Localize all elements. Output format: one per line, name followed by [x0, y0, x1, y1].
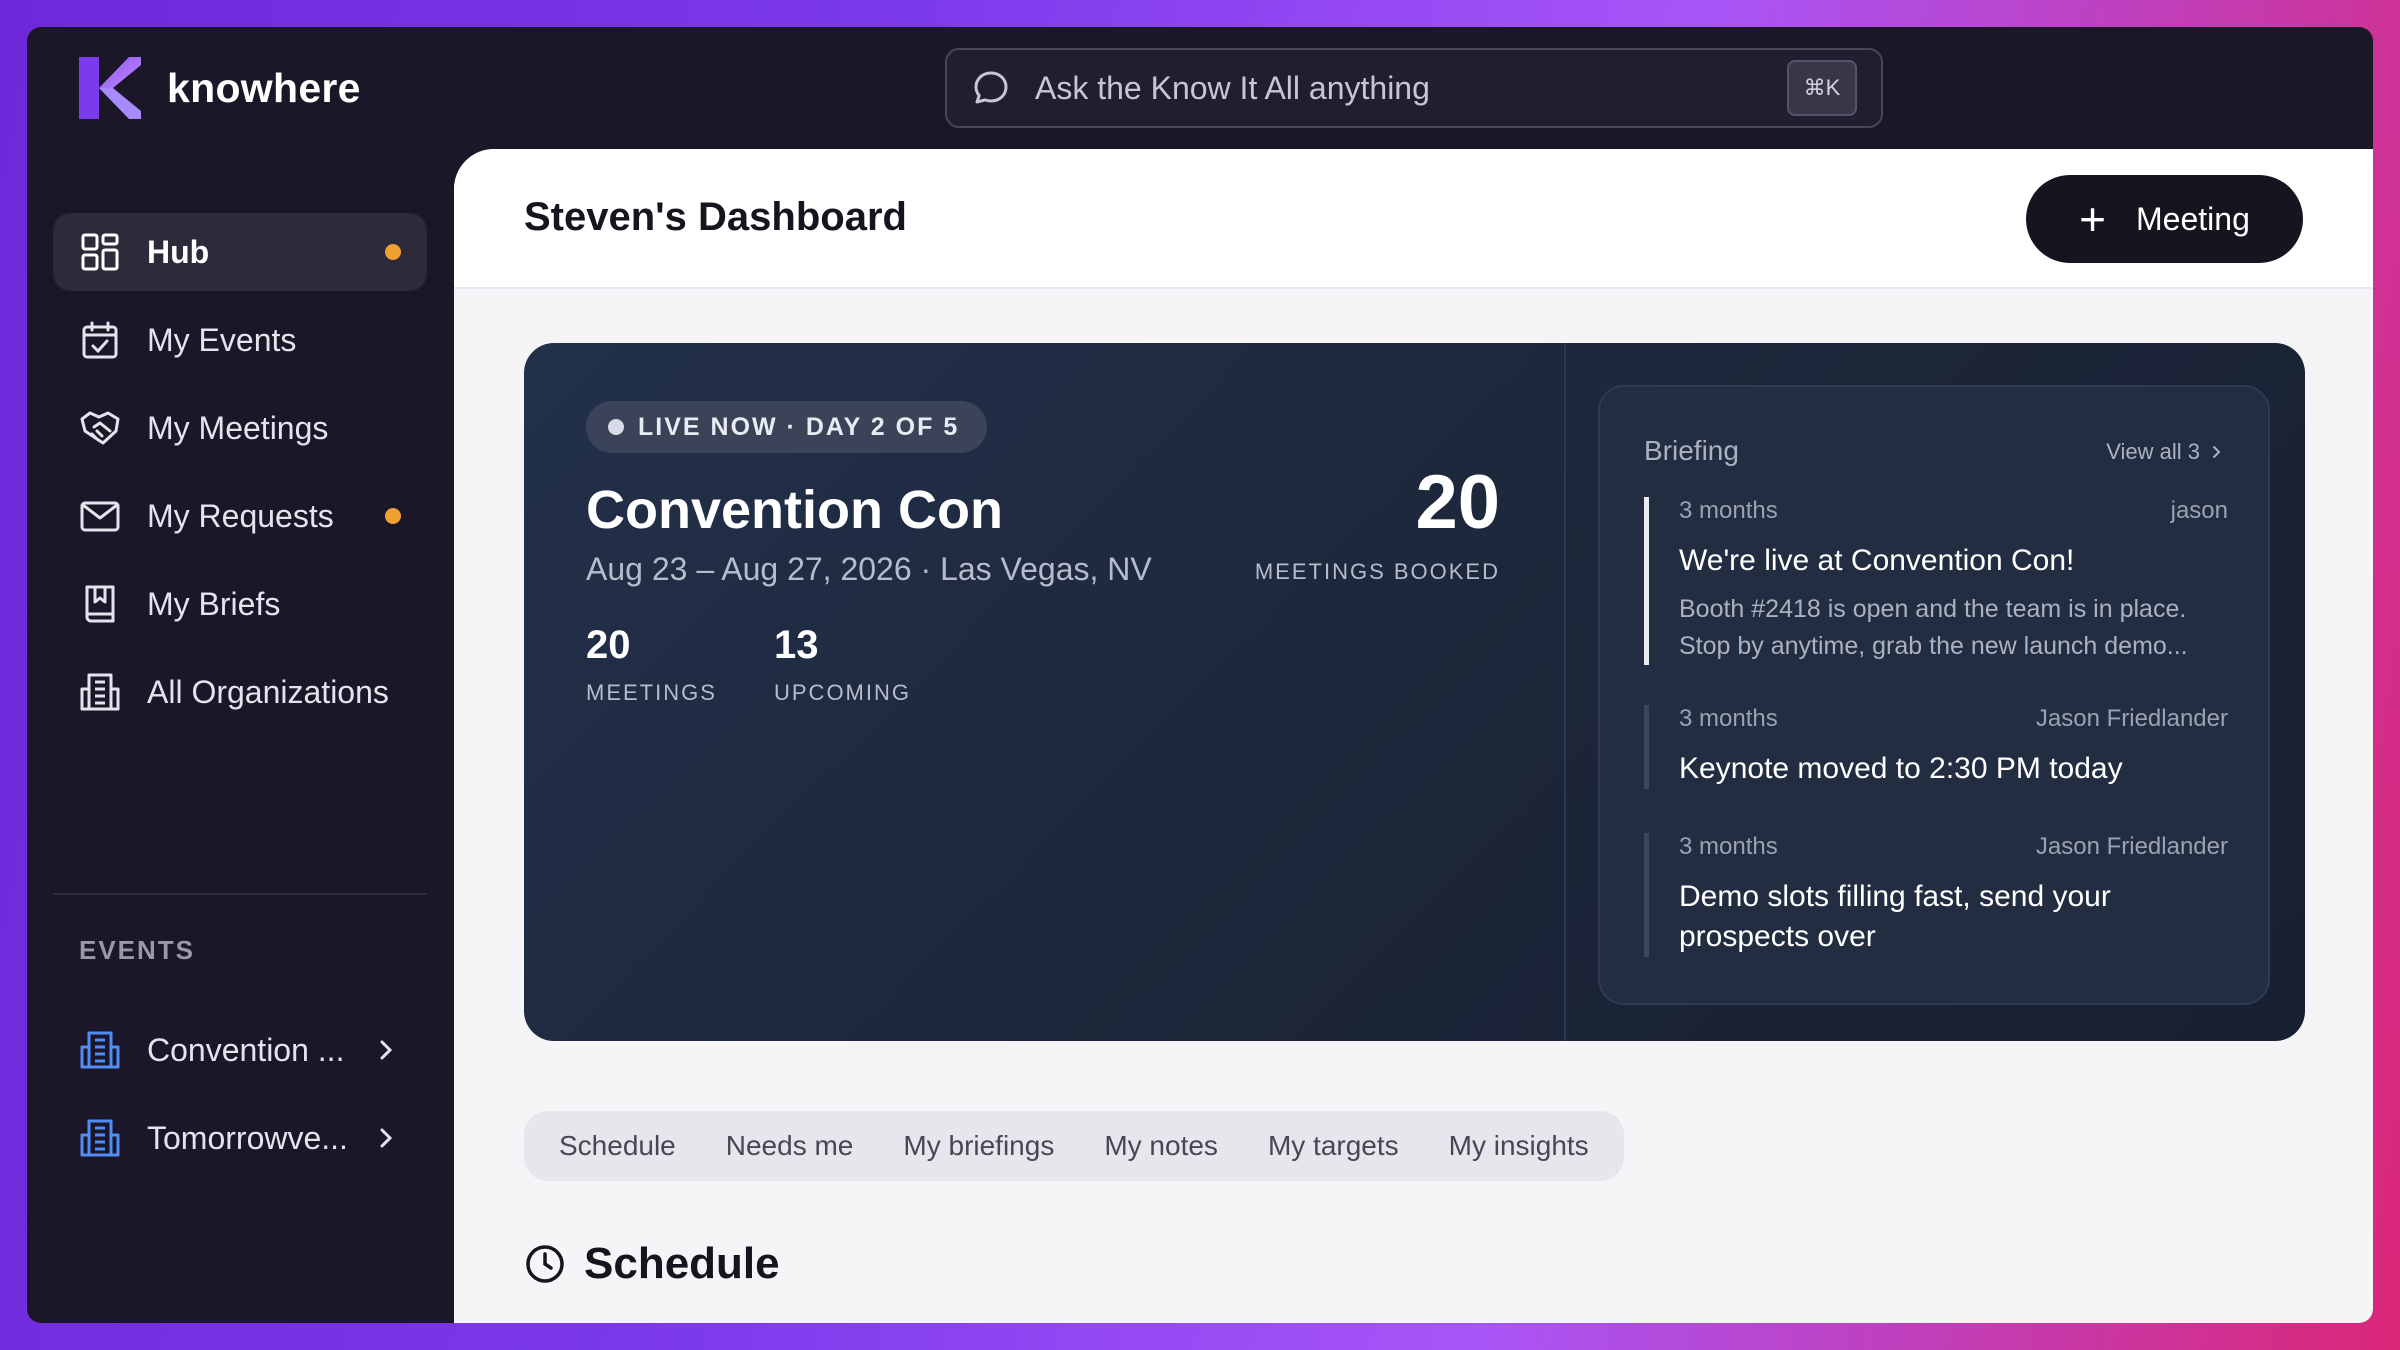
stat-label: UPCOMING — [774, 680, 911, 705]
sidebar-item-label: My Meetings — [147, 409, 329, 446]
sidebar-item-my-meetings[interactable]: My Meetings — [53, 389, 427, 467]
sidebar-item-label: My Requests — [147, 497, 334, 534]
briefing-item[interactable]: 3 months Jason Friedlander Demo slots fi… — [1644, 833, 2228, 957]
sidebar-item-label: My Events — [147, 321, 297, 358]
live-status-badge: LIVE NOW · DAY 2 OF 5 — [586, 401, 988, 453]
app-window: knowhere Ask the Know It All anything ⌘K… — [27, 27, 2373, 1323]
tab-my-targets[interactable]: My targets — [1243, 1111, 1424, 1181]
dashboard-tabs: Schedule Needs me My briefings My notes … — [524, 1111, 1624, 1181]
plus-icon: + — [2079, 193, 2107, 245]
sidebar: Hub My Events My Meetings My Requests My… — [27, 147, 454, 1323]
building-icon — [80, 673, 120, 711]
briefing-headline: We're live at Convention Con! — [1679, 544, 2075, 577]
calendar-check-icon — [82, 321, 118, 359]
notification-dot — [385, 244, 401, 260]
sidebar-item-label: All Organizations — [147, 673, 389, 710]
briefing-time: 3 months — [1679, 833, 1778, 860]
building-icon — [80, 1031, 120, 1069]
meetings-booked: 20 MEETINGS BOOKED — [1255, 465, 1500, 585]
new-meeting-button[interactable]: + Meeting — [2026, 175, 2303, 263]
building-icon — [80, 1119, 120, 1157]
briefing-author: Jason Friedlander — [2035, 833, 2228, 860]
events-section-label: EVENTS — [79, 935, 196, 965]
tab-my-insights[interactable]: My insights — [1424, 1111, 1614, 1181]
tab-my-briefings[interactable]: My briefings — [878, 1111, 1079, 1181]
tab-schedule[interactable]: Schedule — [534, 1111, 701, 1181]
search-input[interactable]: Ask the Know It All anything — [1035, 70, 1787, 107]
briefing-time: 3 months — [1679, 705, 1778, 732]
sidebar-item-my-requests[interactable]: My Requests — [53, 477, 427, 555]
meetings-booked-label: MEETINGS BOOKED — [1254, 559, 1500, 584]
main-content: Steven's Dashboard + Meeting LIVE NOW · … — [454, 149, 2373, 1323]
sidebar-item-my-events[interactable]: My Events — [53, 301, 427, 379]
briefing-author: Jason Friedlander — [2035, 705, 2228, 732]
sidebar-event-label: Convention ... — [147, 1031, 345, 1068]
event-title[interactable]: Convention Con — [586, 479, 1003, 541]
briefing-item[interactable]: 3 months Jason Friedlander Keynote moved… — [1644, 705, 2228, 789]
grid-icon — [81, 233, 119, 271]
sidebar-event-label: Tomorrowve... — [147, 1119, 348, 1156]
sidebar-item-label: My Briefs — [147, 585, 281, 622]
mail-icon — [80, 501, 120, 532]
briefing-time: 3 months — [1679, 497, 1778, 524]
event-details: Aug 23 – Aug 27, 2026 · Las Vegas, NV — [586, 551, 1152, 587]
briefing-headline: Keynote moved to 2:30 PM today — [1679, 752, 2123, 785]
tab-needs-me[interactable]: Needs me — [701, 1111, 879, 1181]
sidebar-item-hub[interactable]: Hub — [53, 213, 427, 291]
page-header: Steven's Dashboard + Meeting — [454, 149, 2373, 289]
tab-my-notes[interactable]: My notes — [1079, 1111, 1243, 1181]
brand[interactable]: knowhere — [79, 57, 361, 119]
view-all-label: View all 3 — [2106, 439, 2200, 464]
sidebar-item-my-briefs[interactable]: My Briefs — [53, 565, 427, 643]
live-dot-icon — [608, 419, 624, 435]
search-bar[interactable]: Ask the Know It All anything ⌘K — [945, 48, 1883, 128]
book-icon — [85, 585, 115, 623]
chevron-right-icon — [2213, 446, 2221, 458]
stat-label: MEETINGS — [586, 680, 717, 705]
notification-dot — [385, 508, 401, 524]
briefing-item[interactable]: 3 months jason We're live at Convention … — [1644, 497, 2228, 665]
stat-value: 20 — [586, 623, 631, 667]
briefing-title: Briefing — [1644, 435, 1739, 466]
chevron-right-icon — [380, 1040, 393, 1060]
sidebar-divider — [53, 893, 427, 895]
stat-value: 13 — [774, 623, 819, 667]
chevron-right-icon — [380, 1128, 393, 1148]
page-title: Steven's Dashboard — [524, 195, 907, 239]
hero-divider — [1564, 343, 1566, 1041]
chat-bubble-icon — [974, 71, 1008, 104]
sidebar-item-label: Hub — [147, 233, 210, 270]
schedule-title: Schedule — [584, 1239, 780, 1288]
event-hero-card: LIVE NOW · DAY 2 OF 5 Convention Con Aug… — [524, 343, 2305, 1041]
stat-meetings: 20 MEETINGS — [586, 623, 717, 706]
meetings-booked-value: 20 — [1415, 460, 1500, 545]
stat-upcoming: 13 UPCOMING — [774, 623, 911, 706]
briefing-body: Booth #2418 is open and the team is in p… — [1679, 595, 2188, 660]
briefing-panel: Briefing View all 3 3 months jason We're… — [1598, 385, 2270, 1005]
view-all-link[interactable]: View all 3 — [2106, 439, 2224, 465]
app-name: knowhere — [167, 64, 361, 111]
schedule-section-header: Schedule — [524, 1239, 780, 1289]
sidebar-item-all-organizations[interactable]: All Organizations — [53, 653, 427, 731]
live-status-label: LIVE NOW · DAY 2 OF 5 — [638, 412, 960, 441]
new-meeting-label: Meeting — [2136, 200, 2250, 237]
shortcut-badge: ⌘K — [1787, 60, 1857, 116]
handshake-icon — [80, 411, 120, 445]
sidebar-event-tomorrowverse[interactable]: Tomorrowve... — [53, 1099, 427, 1177]
sidebar-event-convention[interactable]: Convention ... — [53, 1011, 427, 1089]
briefing-headline: Demo slots filling fast, send your prosp… — [1679, 880, 2111, 953]
knowhere-logo-icon — [79, 57, 141, 119]
clock-icon — [526, 1245, 564, 1283]
briefing-author: jason — [2170, 497, 2228, 524]
